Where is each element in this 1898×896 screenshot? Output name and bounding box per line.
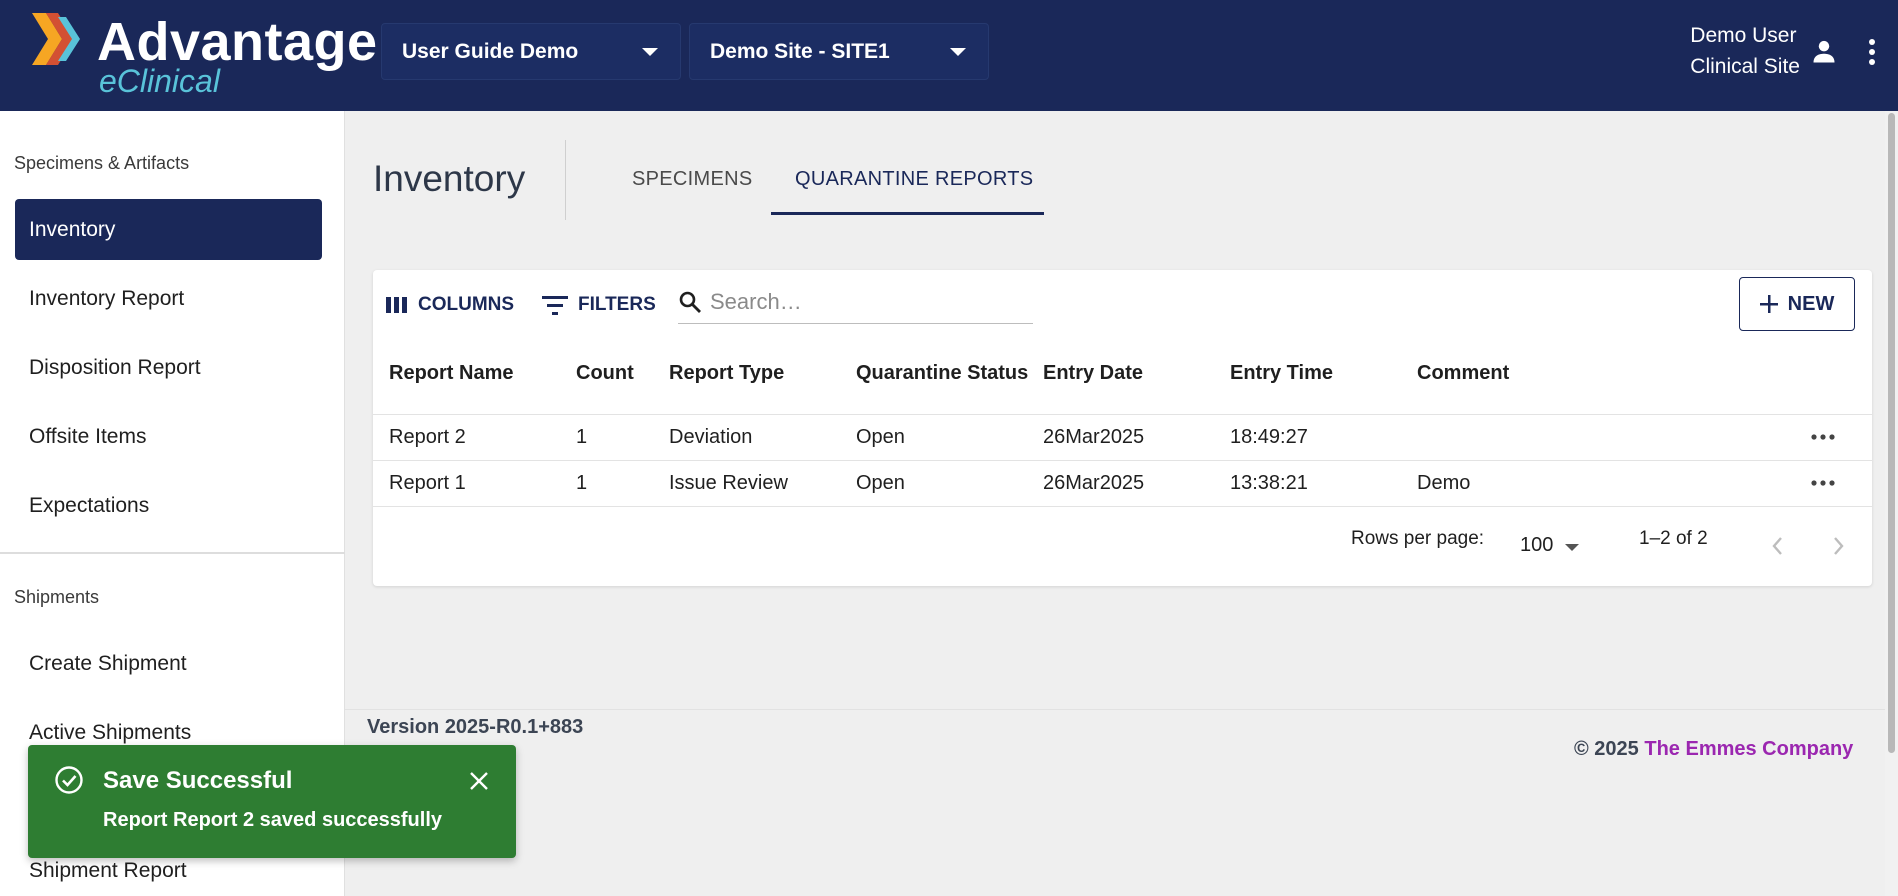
page-title: Inventory [373,158,526,199]
app-logo[interactable]: Advantage eClinical [32,10,377,100]
more-vertical-icon[interactable] [1862,36,1882,68]
cell-quarantine-status: Open [856,472,905,494]
success-toast: Save Successful Report Report 2 saved su… [28,745,516,858]
version-label: Version 2025-R0.1+883 [367,716,584,738]
column-header-comment[interactable]: Comment [1417,362,1509,385]
sidebar-item-disposition-report[interactable]: Disposition Report [15,337,322,398]
column-header-entry-time[interactable]: Entry Time [1230,362,1333,385]
page-scrollbar[interactable] [1885,111,1898,896]
sidebar-item-label: Offsite Items [29,424,147,448]
row-actions-icon[interactable] [1811,432,1835,442]
toast-title: Save Successful [103,767,293,794]
row-actions-icon[interactable] [1811,478,1835,488]
row-divider [373,460,1872,461]
pagination-range: 1–2 of 2 [1639,528,1708,549]
company-link[interactable]: The Emmes Company [1644,738,1853,760]
sidebar-item-expectations[interactable]: Expectations [15,475,322,536]
footer-divider [345,709,1885,710]
toast-message: Report Report 2 saved successfully [103,809,443,831]
sidebar-item-inventory[interactable]: Inventory [15,199,322,260]
logo-chevrons-icon [32,13,80,65]
close-icon[interactable] [468,770,490,792]
site-select[interactable]: Demo Site - SITE1 [689,23,989,80]
search-box [678,280,1033,324]
chevron-down-icon[interactable] [1565,544,1579,551]
sidebar-item-label: Active Shipments [29,720,192,744]
user-name: Demo User [1690,24,1797,47]
chevron-down-icon [642,48,658,56]
cell-entry-date: 26Mar2025 [1043,426,1145,448]
study-select[interactable]: User Guide Demo [381,23,681,80]
sidebar-section-shipments: Shipments [14,587,100,607]
sidebar-item-label: Inventory Report [29,286,185,310]
copyright: © 2025 The Emmes Company [1574,738,1853,761]
sidebar-item-create-shipment[interactable]: Create Shipment [15,633,322,694]
user-info: Demo User Clinical Site [1690,20,1800,82]
logo-subtitle: eClinical [99,63,220,99]
cell-entry-date: 26Mar2025 [1043,472,1145,494]
filters-label: FILTERS [578,294,656,315]
cell-entry-time: 13:38:21 [1230,472,1308,494]
title-separator [565,140,566,220]
cell-report-type: Issue Review [669,472,788,494]
sidebar-item-label: Expectations [29,493,150,517]
sidebar-section-specimens: Specimens & Artifacts [14,153,190,173]
copyright-text: © 2025 [1574,738,1639,760]
column-header-report-type[interactable]: Report Type [669,362,784,385]
filters-button[interactable]: FILTERS [542,294,656,316]
person-icon[interactable] [1810,38,1838,66]
sidebar-item-offsite-items[interactable]: Offsite Items [15,406,322,467]
check-circle-icon [55,766,83,794]
study-select-value: User Guide Demo [402,39,579,63]
sidebar-item-label: Shipment Report [29,858,187,882]
filter-icon [542,296,568,315]
cell-comment: Demo [1417,472,1471,494]
scrollbar-thumb[interactable] [1888,113,1895,753]
columns-button[interactable]: COLUMNS [386,294,514,316]
search-icon [679,291,701,313]
next-page-icon[interactable] [1828,534,1848,558]
new-button[interactable]: NEW [1739,277,1855,331]
rows-per-page-select[interactable]: 100 [1520,534,1553,557]
columns-icon [386,297,407,313]
site-select-value: Demo Site - SITE1 [710,39,890,63]
cell-quarantine-status: Open [856,426,905,448]
columns-label: COLUMNS [418,294,515,315]
chevron-down-icon [950,48,966,56]
new-label: NEW [1787,292,1835,315]
sidebar-item-label: Inventory [29,217,116,241]
row-divider [373,414,1872,415]
search-input[interactable] [710,288,1010,315]
previous-page-icon[interactable] [1768,534,1788,558]
rows-per-page-label: Rows per page: [1351,528,1485,549]
app-header: Advantage eClinical User Guide Demo Demo… [0,0,1898,111]
plus-icon [1759,295,1778,313]
data-grid: COLUMNS FILTERS NEW Report Name Count Re… [373,270,1872,586]
cell-report-type: Deviation [669,426,753,448]
active-tab-indicator [771,212,1044,215]
sidebar-item-label: Disposition Report [29,355,201,379]
cell-count: 1 [576,472,588,494]
tab-specimens[interactable]: SPECIMENS [632,168,753,191]
sidebar-item-label: Create Shipment [29,651,187,675]
cell-report-name: Report 2 [389,426,466,448]
cell-entry-time: 18:49:27 [1230,426,1308,448]
column-header-quarantine-status[interactable]: Quarantine Status [856,362,1028,385]
cell-report-name: Report 1 [389,472,466,494]
user-role: Clinical Site [1690,55,1800,78]
column-header-count[interactable]: Count [576,362,634,385]
sidebar-item-inventory-report[interactable]: Inventory Report [15,268,322,329]
column-header-entry-date[interactable]: Entry Date [1043,362,1143,385]
sidebar-divider [0,552,345,554]
column-header-report-name[interactable]: Report Name [389,362,513,385]
tab-quarantine-reports[interactable]: QUARANTINE REPORTS [795,168,1033,191]
cell-count: 1 [576,426,588,448]
row-divider [373,506,1872,507]
